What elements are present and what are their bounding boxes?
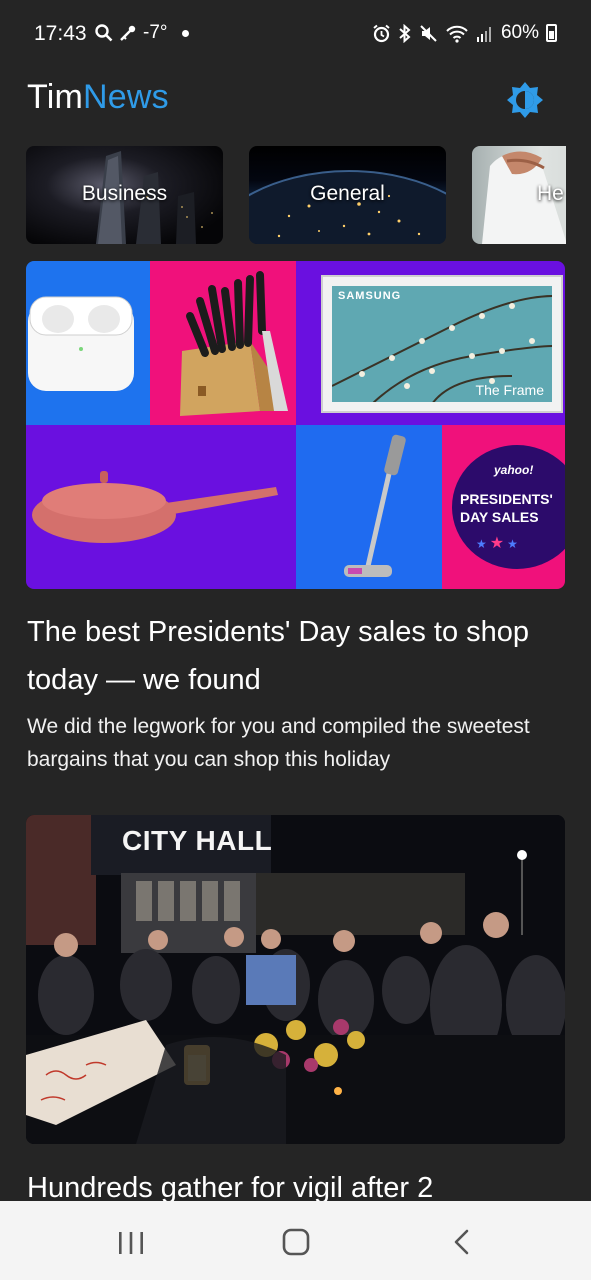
vacuum-tile — [296, 425, 442, 589]
airpods-icon — [28, 296, 134, 391]
bluetooth-icon — [399, 23, 411, 43]
knife-block-icon — [180, 271, 288, 416]
alarm-icon — [373, 24, 390, 42]
category-carousel[interactable]: Business General He — [26, 146, 566, 244]
category-health[interactable]: He — [472, 146, 566, 244]
home-button[interactable] — [276, 1225, 316, 1259]
airpods-tile — [26, 261, 150, 425]
pan-icon — [32, 471, 278, 543]
article-image[interactable]: The Frame SAMSUNG yahoo! PRESIDENTS' DAY… — [26, 261, 565, 589]
home-icon — [282, 1228, 310, 1256]
vacuum-icon — [344, 434, 406, 577]
yahoo-label: yahoo! — [494, 463, 534, 477]
city-hall-sign: CITY HALL — [122, 825, 273, 856]
battery-icon — [546, 24, 557, 42]
battery-level: 60% — [500, 22, 539, 43]
article-image[interactable]: CITY HALL — [26, 815, 565, 1144]
tv-screen: The Frame — [332, 286, 552, 402]
back-button[interactable] — [442, 1225, 482, 1259]
brightness-icon — [507, 82, 543, 118]
tv-tile: The Frame SAMSUNG — [296, 261, 565, 425]
knives-tile — [150, 261, 296, 425]
pan-tile — [26, 425, 296, 589]
navigation-bar — [0, 1201, 591, 1280]
category-business[interactable]: Business — [26, 146, 223, 244]
mute-icon — [420, 24, 437, 42]
search-icon — [95, 24, 113, 42]
day-sales-label: DAY SALES — [460, 509, 539, 525]
status-bar: 17:43 -7° 60% — [0, 0, 591, 70]
article-description: We did the legwork for you and compiled … — [27, 715, 530, 771]
recents-icon — [119, 1232, 143, 1254]
app-title: TimNews — [27, 78, 169, 116]
yahoo-badge: yahoo! PRESIDENTS' DAY SALES ★★★ — [452, 445, 565, 569]
category-label: Business — [81, 182, 168, 205]
theme-toggle-button[interactable] — [505, 80, 545, 120]
dot-icon — [181, 29, 189, 37]
yahoo-tile: yahoo! PRESIDENTS' DAY SALES ★★★ — [442, 425, 565, 589]
wifi-icon — [446, 25, 468, 43]
samsung-label: SAMSUNG — [338, 290, 402, 302]
tv-frame: The Frame SAMSUNG — [321, 275, 563, 413]
back-icon — [454, 1229, 469, 1255]
temperature: -7° — [143, 22, 168, 43]
key-icon — [120, 25, 136, 41]
signal-icon — [476, 26, 491, 42]
stars-icon: ★★★ — [476, 535, 521, 552]
category-label: He — [537, 182, 564, 205]
tv-frame-label: The Frame — [475, 382, 544, 398]
status-time: 17:43 — [34, 22, 87, 45]
presidents-label: PRESIDENTS' — [460, 491, 553, 507]
category-label: General — [310, 182, 385, 205]
recents-button[interactable] — [111, 1225, 151, 1259]
vigil-photo — [26, 815, 565, 1144]
category-general[interactable]: General — [249, 146, 446, 244]
article-title[interactable]: The best Presidents' Day sales to shop t… — [27, 608, 567, 704]
